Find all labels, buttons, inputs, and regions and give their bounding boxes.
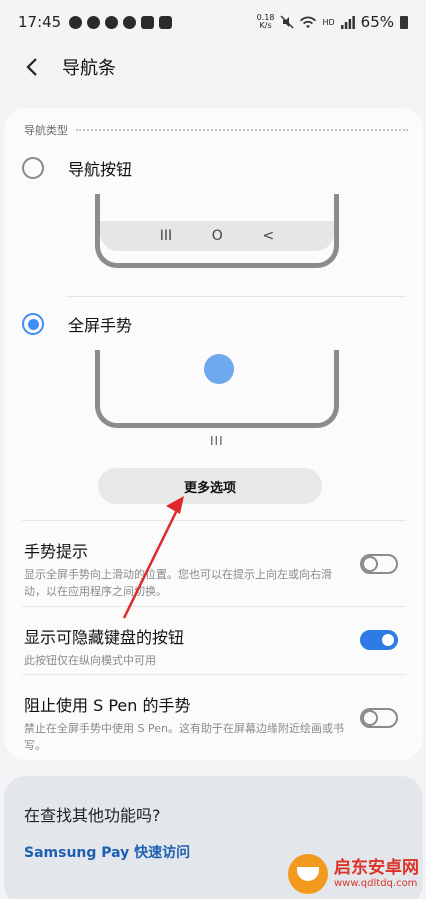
toggle-knob (380, 632, 396, 648)
preview-navbar: III O < (100, 221, 334, 251)
samsung-pay-link[interactable]: Samsung Pay 快速访问 (24, 842, 190, 862)
back-button[interactable] (20, 55, 44, 79)
hd-label: HD (322, 17, 335, 27)
check-icon (141, 15, 155, 29)
wifi-icon (300, 16, 317, 28)
app-notification-icon (123, 15, 137, 29)
radio-checked-icon[interactable] (22, 313, 44, 335)
toggle-knob (362, 556, 378, 572)
back-glyph-icon: < (262, 228, 275, 244)
battery-icon (400, 15, 408, 29)
setting-gesture-hint[interactable]: 手势提示 显示全屏手势向上滑动的位置。您也可以在提示上向左或向右滑动，以在应用程… (4, 538, 423, 600)
recent-apps-icon: III (159, 228, 173, 244)
watermark: 启东安卓网 www.qdltdq.com (288, 852, 426, 896)
gallery-icon (159, 15, 173, 29)
battery-percent: 65% (360, 13, 394, 31)
setting-title: 手势提示 (24, 542, 89, 561)
watermark-text: 启东安卓网 www.qdltdq.com (334, 858, 419, 890)
gesture-dot-icon (204, 354, 234, 384)
nav-buttons-preview: III O < (95, 194, 339, 268)
home-icon: O (211, 228, 223, 244)
gesture-hint-icon: III (210, 434, 224, 448)
row-divider (22, 606, 406, 607)
setting-desc: 此按钮仅在纵向模式中可用 (24, 654, 156, 667)
radio-label-buttons: 导航按钮 (68, 160, 133, 179)
signal-icon (340, 15, 355, 29)
radio-full-gestures[interactable]: 全屏手势 (22, 312, 132, 336)
watermark-url: www.qdltdq.com (334, 878, 418, 889)
other-features-title: 在查找其他功能吗? (24, 806, 161, 825)
status-bar: 17:45 0.18 K/s HD 65% (0, 0, 426, 44)
status-right: 0.18 K/s HD 65% (257, 13, 408, 31)
setting-desc: 禁止在全屏手势中使用 S Pen。这有助于在屏幕边缘附近绘画或书写。 (24, 722, 344, 752)
setting-block-spen[interactable]: 阻止使用 S Pen 的手势 禁止在全屏手势中使用 S Pen。这有助于在屏幕边… (4, 692, 423, 754)
keyboard-button-toggle[interactable] (360, 630, 398, 650)
setting-desc: 显示全屏手势向上滑动的位置。您也可以在提示上向左或向右滑动，以在应用程序之间切换… (24, 568, 332, 598)
app-notification-icon (87, 15, 101, 29)
block-spen-toggle[interactable] (360, 708, 398, 728)
section-header: 导航类型 (24, 122, 408, 138)
page-title: 导航条 (62, 58, 116, 79)
chevron-left-icon (26, 58, 37, 76)
preview-screen (100, 350, 334, 423)
toggle-knob (362, 710, 378, 726)
row-divider (22, 520, 406, 521)
setting-keyboard-button[interactable]: 显示可隐藏键盘的按钮 此按钮仅在纵向模式中可用 (4, 624, 423, 669)
more-options-button[interactable]: 更多选项 (98, 468, 322, 504)
section-divider (76, 129, 408, 131)
row-divider (22, 674, 406, 675)
net-speed: 0.18 K/s (256, 13, 275, 30)
mute-icon (280, 15, 294, 29)
status-time: 17:45 (18, 13, 62, 31)
telegram-icon (69, 15, 83, 29)
watermark-logo-icon (288, 854, 328, 894)
notification-icons (69, 15, 173, 29)
radio-nav-buttons[interactable]: 导航按钮 (22, 156, 132, 180)
nav-settings-card: 导航类型 导航按钮 III O < 全屏手势 III 更多选项 手势提示 显示全… (4, 108, 423, 760)
gesture-hint-toggle[interactable] (360, 554, 398, 574)
option-divider (66, 296, 406, 297)
app-notification-icon (105, 15, 119, 29)
setting-title: 显示可隐藏键盘的按钮 (24, 628, 185, 647)
watermark-title: 启东安卓网 (334, 858, 419, 878)
radio-label-gestures: 全屏手势 (68, 316, 133, 335)
app-bar: 导航条 (0, 44, 426, 90)
setting-title: 阻止使用 S Pen 的手势 (24, 696, 191, 715)
section-label: 导航类型 (24, 124, 68, 137)
radio-unchecked-icon[interactable] (22, 157, 44, 179)
gestures-preview (95, 350, 339, 428)
